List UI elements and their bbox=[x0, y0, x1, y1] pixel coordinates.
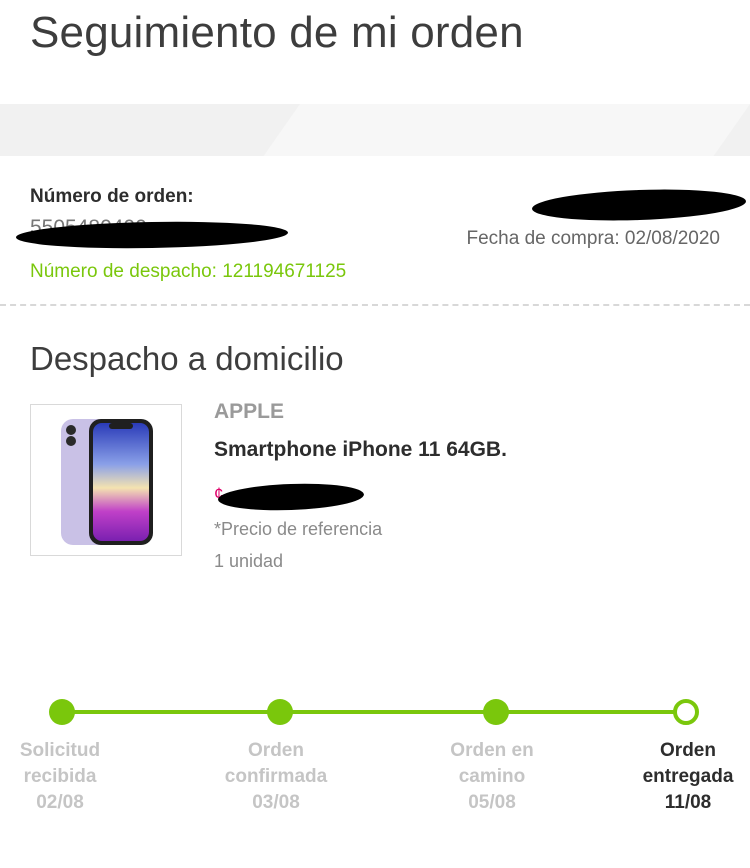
step-label-line1: Solicitud bbox=[19, 740, 101, 761]
section-title-home-delivery: Despacho a domicilio bbox=[30, 340, 344, 377]
price-reference-note: *Precio de referencia bbox=[214, 519, 383, 539]
section-divider bbox=[0, 304, 750, 306]
page-title: Seguimiento de mi orden bbox=[30, 8, 524, 57]
tracker-progress-line bbox=[62, 710, 686, 714]
step-label-line2: recibida bbox=[23, 766, 97, 787]
step-date: 05/08 bbox=[468, 792, 516, 813]
step-label-line1: Orden bbox=[660, 740, 716, 761]
step-date: 11/08 bbox=[664, 792, 712, 813]
tracker-step-dot-received bbox=[49, 699, 75, 725]
product-brand: APPLE bbox=[214, 400, 285, 423]
header-band-shade bbox=[263, 104, 750, 156]
tracker-step-confirmed: Orden confirmada 03/08 bbox=[206, 738, 346, 816]
step-label-line2: camino bbox=[458, 766, 526, 787]
header-band bbox=[0, 104, 750, 156]
tracker-step-on-the-way: Orden en camino 05/08 bbox=[422, 738, 562, 816]
tracker-step-dot-on-the-way bbox=[483, 699, 509, 725]
purchase-date: Fecha de compra: 02/08/2020 bbox=[466, 228, 720, 249]
step-date: 03/08 bbox=[252, 792, 300, 813]
step-label-line1: Orden en bbox=[450, 740, 534, 761]
redaction-customer-name bbox=[531, 186, 747, 224]
iphone-image bbox=[61, 419, 153, 545]
redaction-price bbox=[217, 481, 365, 513]
product-quantity: 1 unidad bbox=[214, 551, 284, 571]
order-number-label: Número de orden: bbox=[30, 186, 194, 207]
step-label-line2: confirmada bbox=[224, 766, 328, 787]
tracker-step-dot-confirmed bbox=[267, 699, 293, 725]
step-label-line2: entregada bbox=[642, 766, 734, 787]
tracker-step-delivered: Orden entregada 11/08 bbox=[618, 738, 750, 816]
tracker-step-dot-delivered bbox=[673, 699, 699, 725]
dispatch-number: Número de despacho: 121194671125 bbox=[30, 261, 347, 282]
product-name[interactable]: Smartphone iPhone 11 64GB. bbox=[214, 438, 507, 462]
step-date: 02/08 bbox=[36, 792, 84, 813]
tracker-step-received: Solicitud recibida 02/08 bbox=[0, 738, 130, 816]
product-image[interactable] bbox=[30, 404, 182, 556]
step-label-line1: Orden bbox=[248, 740, 304, 761]
